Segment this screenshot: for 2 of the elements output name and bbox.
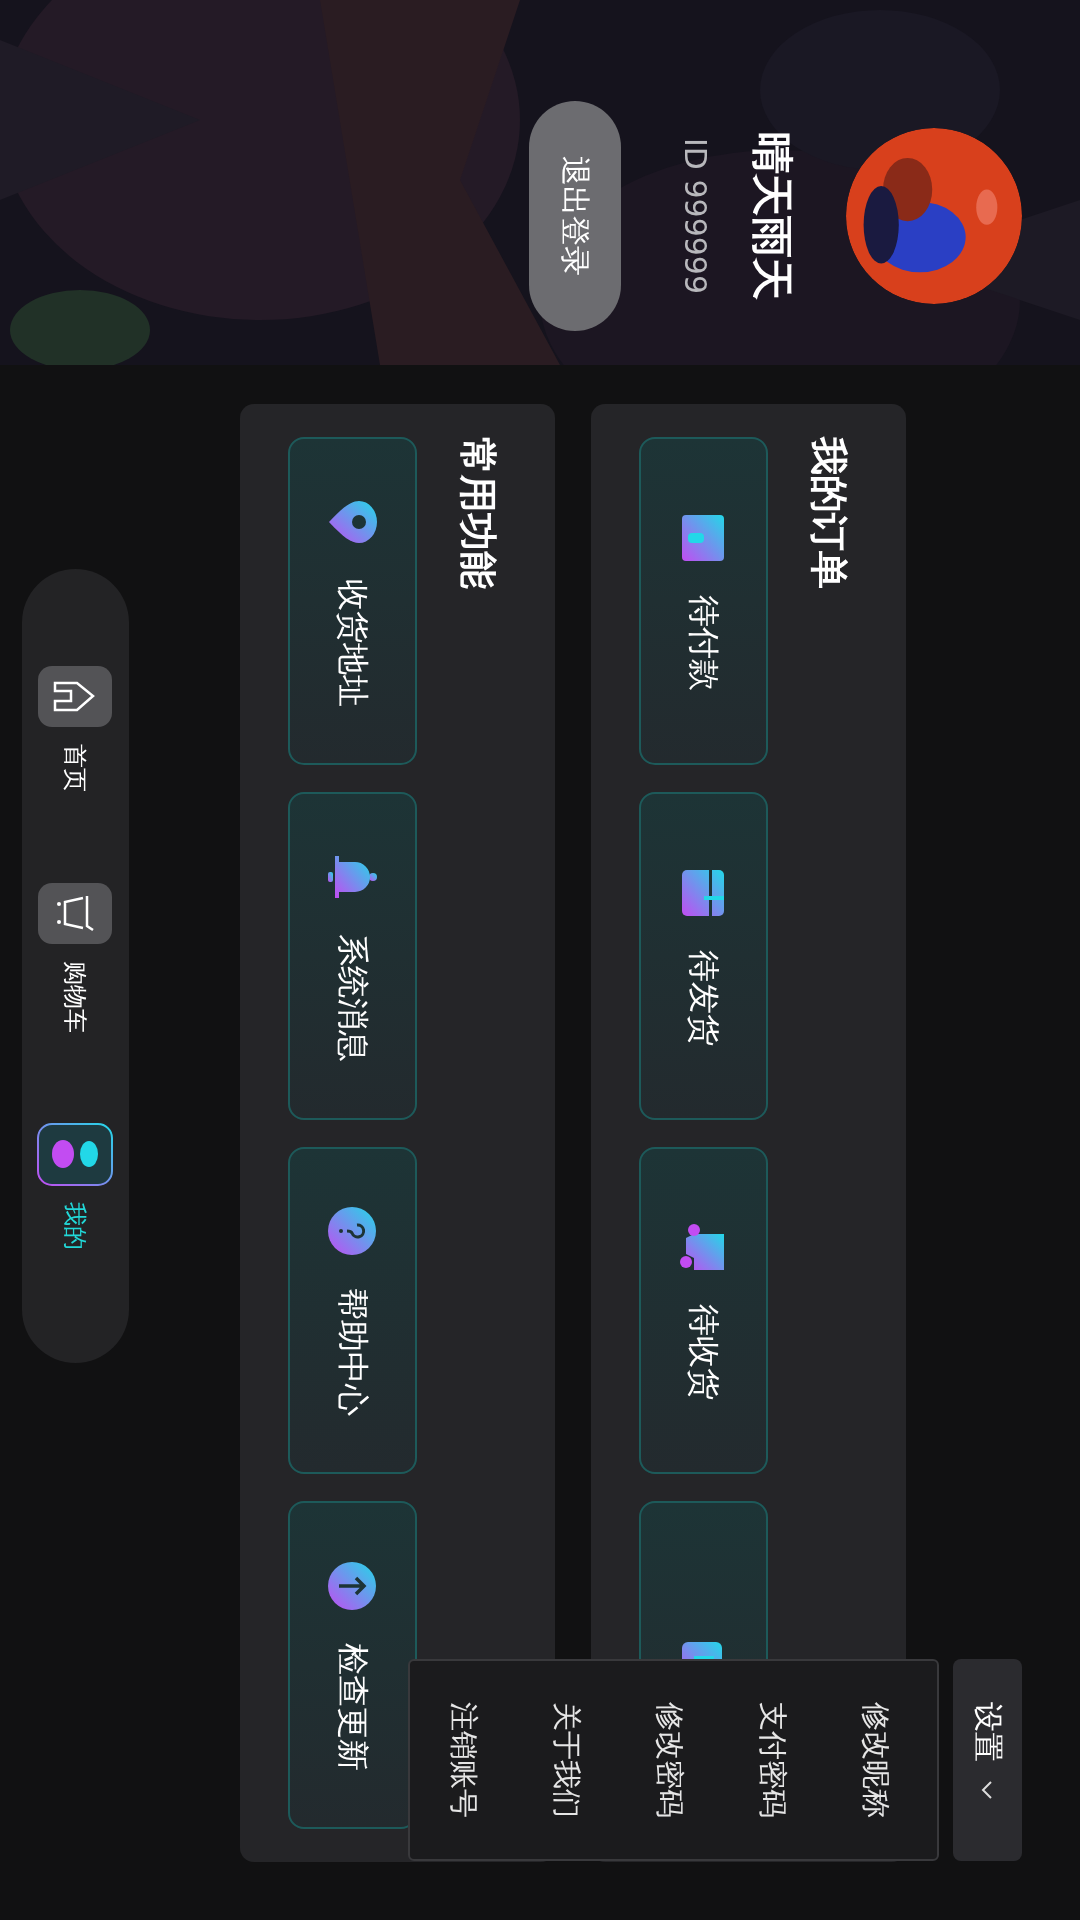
section-title: 我的订单	[807, 437, 851, 589]
section-title: 常用功能	[456, 437, 500, 589]
